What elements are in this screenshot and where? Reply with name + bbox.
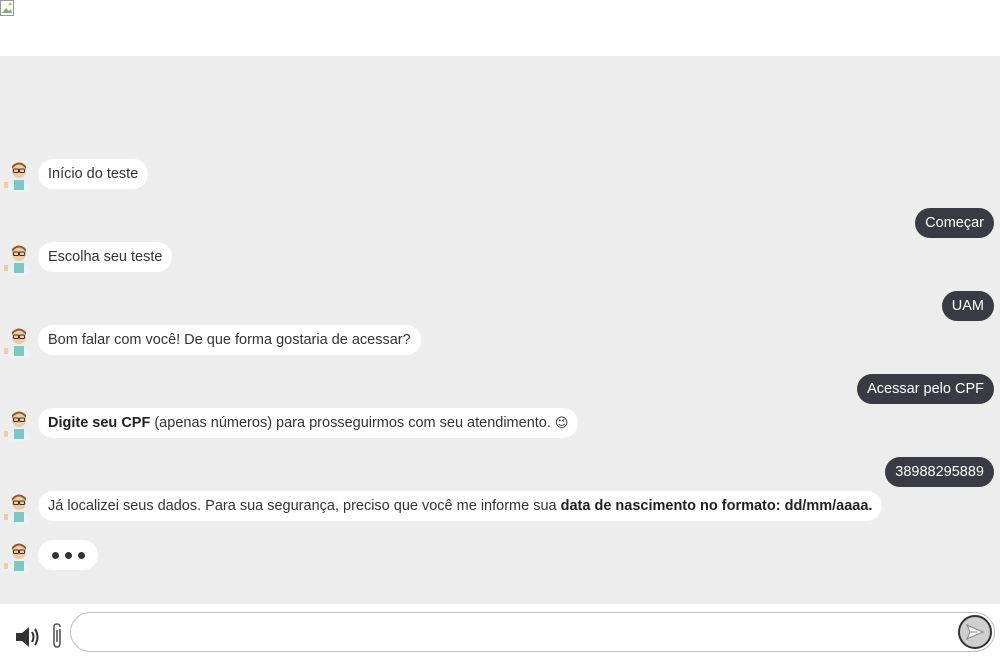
- bot-message-bubble: Escolha seu teste: [38, 242, 173, 272]
- message-text: (apenas números) para prosseguirmos com …: [150, 415, 555, 431]
- bot-message-bubble: Digite seu CPF (apenas números) para pro…: [38, 408, 579, 438]
- bot-message: Início do teste: [0, 159, 1000, 192]
- user-message: Começar: [0, 208, 1000, 240]
- bot-message: Escolha seu teste: [0, 242, 1000, 275]
- chat-area: Início do teste Começar Escolha seu test…: [0, 56, 1000, 604]
- message-text: Já localizei seus dados. Para sua segura…: [48, 498, 561, 514]
- bot-avatar-icon: [4, 162, 31, 192]
- header: [0, 0, 1000, 56]
- send-button[interactable]: [958, 615, 992, 649]
- user-message-bubble: 38988295889: [885, 457, 994, 487]
- paperclip-icon[interactable]: [48, 621, 66, 651]
- bot-avatar-icon: [4, 328, 31, 358]
- bold-text: data de nascimento no formato: dd/mm/aaa…: [560, 498, 873, 514]
- bot-message-bubble: Bom falar com você! De que forma gostari…: [38, 325, 421, 355]
- bot-avatar-icon: [4, 494, 31, 524]
- bot-avatar-icon: [4, 245, 31, 275]
- user-message: Acessar pelo CPF: [0, 374, 1000, 406]
- user-message: UAM: [0, 291, 1000, 323]
- composer: [0, 604, 1000, 660]
- user-message-bubble: Acessar pelo CPF: [857, 374, 994, 404]
- typing-dot: [51, 551, 59, 559]
- message-input[interactable]: [70, 612, 995, 652]
- user-message: 38988295889: [0, 457, 1000, 489]
- wink-emoji-icon: 😉: [554, 415, 569, 430]
- typing-indicator: [38, 540, 98, 570]
- bot-message: Já localizei seus dados. Para sua segura…: [0, 491, 1000, 524]
- typing-row: [0, 540, 1000, 573]
- typing-dot: [77, 551, 85, 559]
- user-message-bubble: Começar: [915, 208, 994, 238]
- bot-message: Bom falar com você! De que forma gostari…: [0, 325, 1000, 358]
- typing-dot: [64, 551, 72, 559]
- user-message-bubble: UAM: [941, 291, 994, 321]
- send-icon: [966, 624, 985, 640]
- bold-text: Digite seu CPF: [48, 415, 151, 431]
- bot-message: Digite seu CPF (apenas números) para pro…: [0, 408, 1000, 441]
- bot-avatar-icon: [4, 543, 31, 573]
- speaker-icon[interactable]: [14, 622, 44, 652]
- broken-image-icon: [0, 0, 14, 16]
- bot-message-bubble: Já localizei seus dados. Para sua segura…: [38, 491, 883, 521]
- bot-message-bubble: Início do teste: [38, 159, 149, 189]
- bot-avatar-icon: [4, 411, 31, 441]
